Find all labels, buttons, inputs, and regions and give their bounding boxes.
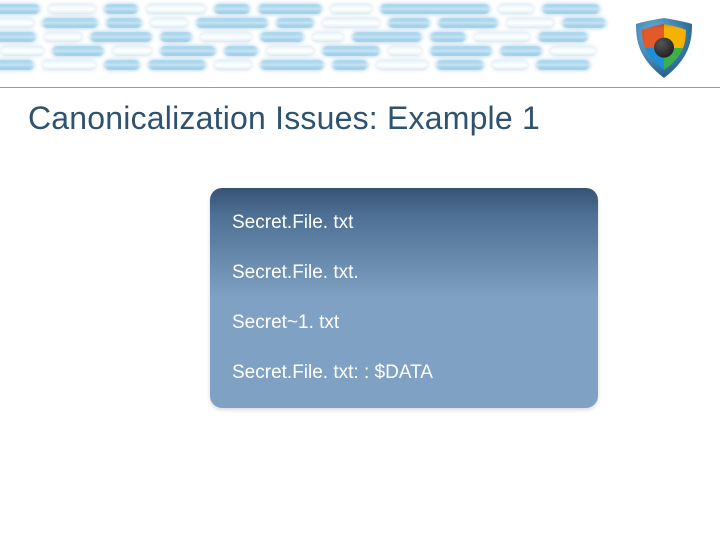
filename-variant: Secret~1. txt [232,312,576,334]
slide: Canonicalization Issues: Example 1 Secre… [0,0,720,540]
decor-pills [0,0,720,80]
slide-title: Canonicalization Issues: Example 1 [28,100,540,137]
shield-icon [632,16,696,80]
filename-variant: Secret.File. txt: : $DATA [232,362,576,384]
filename-variant: Secret.File. txt [232,212,576,234]
filename-variant: Secret.File. txt. [232,262,576,284]
example-panel: Secret.File. txt Secret.File. txt. Secre… [210,188,598,408]
top-decor-band [0,0,720,80]
title-rule [0,87,720,88]
